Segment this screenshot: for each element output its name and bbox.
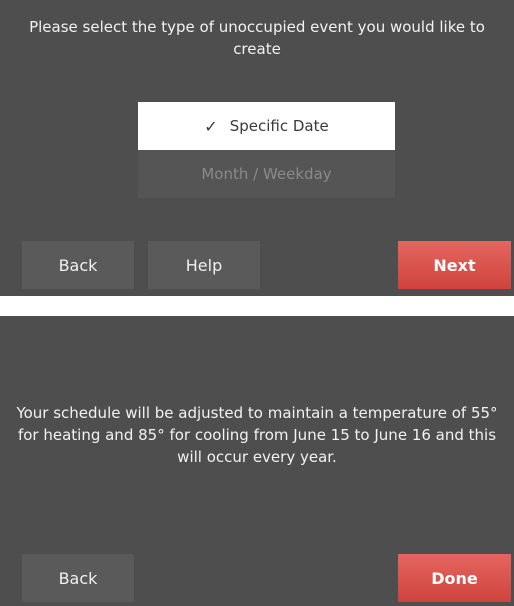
back-button[interactable]: Back	[22, 554, 134, 602]
checkmark-icon: ✓	[204, 116, 218, 136]
back-button[interactable]: Back	[22, 241, 134, 289]
event-type-screen: Please select the type of unoccupied eve…	[0, 0, 514, 296]
option-label: Specific Date	[229, 117, 329, 135]
schedule-message: Your schedule will be adjusted to mainta…	[16, 404, 498, 466]
option-label: Month / Weekday	[201, 165, 332, 183]
schedule-confirmation-screen: Your schedule will be adjusted to mainta…	[0, 316, 514, 606]
option-specific-date[interactable]: ✓ Specific Date	[138, 102, 395, 150]
done-button[interactable]: Done	[398, 554, 511, 602]
help-button[interactable]: Help	[148, 241, 260, 289]
option-month-weekday[interactable]: Month / Weekday	[138, 150, 395, 198]
event-type-prompt: Please select the type of unoccupied eve…	[29, 18, 485, 58]
event-type-options: ✓ Specific Date Month / Weekday	[138, 102, 395, 198]
next-button[interactable]: Next	[398, 241, 511, 289]
